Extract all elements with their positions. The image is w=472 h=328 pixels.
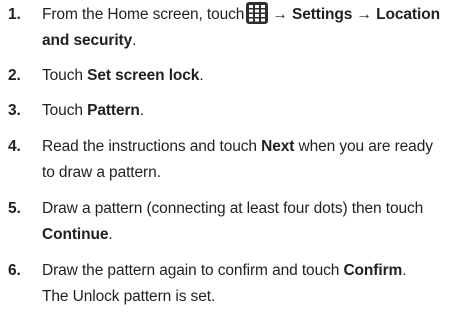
- arrow-icon: →: [356, 6, 373, 23]
- step-number: 2.: [8, 67, 21, 84]
- continue-label: Continue: [42, 226, 109, 243]
- settings-label: Settings: [291, 6, 353, 23]
- location-security-label: and security: [42, 32, 133, 49]
- step-line: Draw a pattern (connecting at least four…: [42, 200, 424, 217]
- step-text-part: when you are ready: [294, 138, 433, 155]
- step-number: 4.: [8, 138, 21, 155]
- step-line: Read the instructions and touch Next whe…: [42, 134, 472, 160]
- step-text: Draw a pattern (connecting at least four…: [42, 196, 472, 248]
- step-text-part: Touch: [42, 102, 88, 119]
- step-text-part: Touch: [42, 67, 88, 84]
- set-screen-lock-label: Set screen lock: [87, 67, 200, 84]
- step-text: Touch Pattern.: [42, 98, 472, 124]
- step-number: 1.: [8, 6, 21, 23]
- arrow-icon: →: [272, 6, 288, 23]
- step-text-part: .: [132, 32, 137, 49]
- step-line: Touch Pattern.: [42, 98, 472, 124]
- step-line: Continue.: [42, 222, 472, 248]
- step-number: 6.: [8, 262, 21, 279]
- next-label: Next: [261, 138, 295, 155]
- step-text-part: .: [199, 67, 204, 84]
- step-line: Touch Set screen lock.: [42, 63, 472, 89]
- location-label: Location: [376, 6, 440, 23]
- step-text: Touch Set screen lock.: [42, 63, 472, 89]
- step-text: From the Home screen, touch → Settings →…: [42, 2, 472, 54]
- confirm-label: Confirm: [343, 262, 403, 279]
- step-line: and security.: [42, 28, 472, 54]
- step-text-part: .: [402, 262, 407, 279]
- step-text-part: From the Home screen, touch: [42, 6, 245, 23]
- instruction-steps: 1. From the Home screen, touch → Setting…: [0, 0, 472, 328]
- step-number: 3.: [8, 102, 21, 119]
- step-text: Read the instructions and touch Next whe…: [42, 134, 472, 186]
- step-line: to draw a pattern.: [42, 164, 161, 181]
- step-number: 5.: [8, 200, 21, 217]
- step-text-part: Draw the pattern again to confirm and to…: [42, 262, 344, 279]
- step-line: From the Home screen, touch → Settings →…: [42, 2, 472, 28]
- step-line: The Unlock pattern is set.: [42, 288, 216, 305]
- step-text-part: .: [139, 102, 144, 119]
- step-text: Draw the pattern again to confirm and to…: [42, 258, 472, 310]
- step-text-part: Read the instructions and touch: [42, 138, 262, 155]
- apps-grid-icon: [246, 2, 269, 24]
- step-text-part: .: [108, 226, 113, 243]
- pattern-label: Pattern: [87, 102, 140, 119]
- step-line: Draw the pattern again to confirm and to…: [42, 258, 472, 284]
